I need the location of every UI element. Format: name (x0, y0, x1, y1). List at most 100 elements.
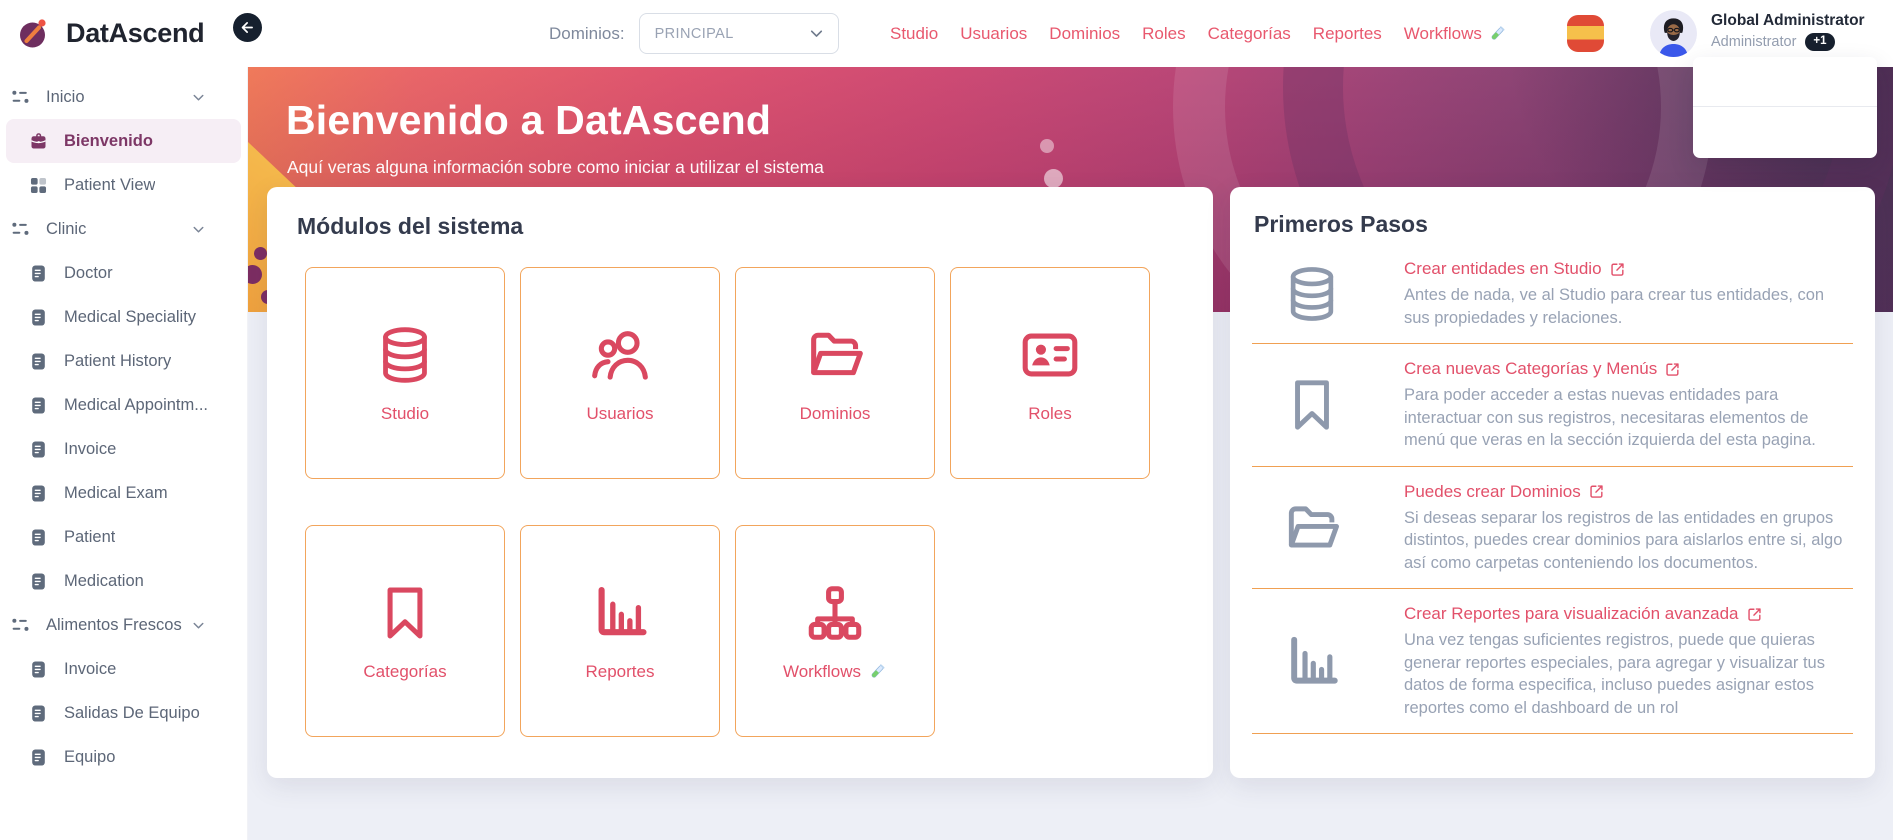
module-tile-label: Categorías (363, 661, 447, 681)
sidebar-item-inicio[interactable]: Inicio (6, 75, 241, 119)
database-icon (373, 323, 437, 387)
user-info[interactable]: Global Administrator Administrator +1 (1711, 11, 1865, 51)
nav-link-reportes[interactable]: Reportes (1313, 24, 1382, 44)
sidebar-item-label: Salidas De Equipo (64, 703, 200, 722)
sidebar-item-label: Medication (64, 571, 144, 590)
external-link-icon (1588, 483, 1605, 500)
sidebar-collapse-button[interactable] (233, 13, 262, 42)
hero-title: Bienvenido a DatAscend (286, 97, 772, 143)
nav-link-label: Usuarios (960, 23, 1028, 43)
sidebar-item-invoice[interactable]: Invoice (6, 647, 241, 691)
module-tile-label: Usuarios (586, 403, 654, 423)
flow-icon (10, 219, 31, 240)
testtube-icon (868, 662, 887, 681)
back-arrow-icon (239, 19, 256, 36)
nav-link-categorias[interactable]: Categorías (1208, 24, 1291, 44)
chevron-down-icon (190, 221, 207, 238)
step-link[interactable]: Crear entidades en Studio (1404, 259, 1626, 279)
sidebar-item-bienvenido[interactable]: Bienvenido (6, 119, 241, 163)
step-link-label: Puedes crear Dominios (1404, 481, 1581, 501)
sidebar-item-label: Inicio (46, 87, 85, 106)
module-tile-reportes[interactable]: Reportes (520, 525, 720, 737)
database-icon (1281, 263, 1343, 325)
menu-item-perfil[interactable] (1693, 67, 1877, 83)
step-item-crear-reportes-para-visualizacion-avanzada: Crear Reportes para visualización avanza… (1252, 589, 1853, 734)
first-steps-card: Primeros Pasos Crear entidades en Studio… (1230, 187, 1875, 778)
sidebar-item-label: Medical Appointm... (64, 395, 208, 414)
menu-item-cerrar-sesion[interactable] (1693, 130, 1877, 146)
testtube-icon (1488, 24, 1507, 43)
sidebar-item-label: Patient View (64, 175, 156, 194)
step-link[interactable]: Crea nuevas Categorías y Menús (1404, 359, 1681, 379)
brand-name: DatAscend (66, 17, 205, 48)
sidebar-item-label: Bienvenido (64, 131, 153, 150)
nav-link-usuarios[interactable]: Usuarios (960, 24, 1027, 44)
app-root: DatAscend Dominios: PRINCIPAL Studio Usu… (0, 0, 1893, 840)
nav-link-studio[interactable]: Studio (890, 24, 938, 44)
sidebar-item-patient-view[interactable]: Patient View (6, 163, 241, 207)
sidebar-item-label: Alimentos Frescos (46, 615, 182, 634)
sidebar-item-medical-speciality[interactable]: Medical Speciality (6, 295, 241, 339)
bookmark-icon (373, 581, 437, 645)
doc-icon (28, 351, 49, 372)
nav-link-label: Dominios (1049, 23, 1121, 43)
module-tile-workflows[interactable]: Workflows (735, 525, 935, 737)
sidebar-item-medication[interactable]: Medication (6, 559, 241, 603)
nav-link-workflows[interactable]: Workflows (1404, 24, 1507, 44)
first-steps-title: Primeros Pasos (1254, 211, 1428, 237)
brand[interactable]: DatAscend (16, 14, 205, 52)
sidebar-item-medical-appointm[interactable]: Medical Appointm... (6, 383, 241, 427)
sidebar-item-salidas-de-equipo[interactable]: Salidas De Equipo (6, 691, 241, 735)
module-tile-studio[interactable]: Studio (305, 267, 505, 479)
sidebar: Inicio Bienvenido Patient View Clinic Do… (0, 67, 248, 840)
menu-item-cambiar-contrasena[interactable] (1693, 114, 1877, 130)
sidebar-item-label: Patient (64, 527, 116, 546)
idcard-icon (1018, 323, 1082, 387)
module-tile-usuarios[interactable]: Usuarios (520, 267, 720, 479)
sidebar-item-label: Medical Speciality (64, 307, 197, 326)
sidebar-item-label: Equipo (64, 747, 116, 766)
sidebar-item-label: Medical Exam (64, 483, 168, 502)
step-link[interactable]: Crear Reportes para visualización avanza… (1404, 604, 1763, 624)
folder-icon (803, 323, 867, 387)
user-dropdown-menu (1693, 57, 1877, 158)
step-link-label: Crea nuevas Categorías y Menús (1404, 359, 1658, 378)
step-item-crear-entidades-en-studio: Crear entidades en Studio Antes de nada,… (1252, 244, 1853, 344)
sidebar-item-patient[interactable]: Patient (6, 515, 241, 559)
step-link[interactable]: Puedes crear Dominios (1404, 482, 1605, 502)
sidebar-item-medical-exam[interactable]: Medical Exam (6, 471, 241, 515)
nav-link-dominios[interactable]: Dominios (1049, 24, 1120, 44)
dominios-select[interactable]: PRINCIPAL (638, 13, 839, 54)
nav-link-label: Studio (890, 23, 939, 43)
sidebar-item-alimentos-frescos[interactable]: Alimentos Frescos (6, 603, 241, 647)
step-description: Si deseas separar los registros de las e… (1404, 508, 1843, 572)
sidebar-item-label: Patient History (64, 351, 172, 370)
doc-icon (28, 747, 49, 768)
avatar-person-icon (1650, 10, 1697, 57)
module-tile-label: Workflows (782, 661, 862, 681)
module-tile-roles[interactable]: Roles (950, 267, 1150, 479)
menu-item-configuraciones[interactable] (1693, 83, 1877, 99)
chart-icon (1281, 631, 1343, 693)
grid-icon (28, 175, 49, 196)
sidebar-item-invoice[interactable]: Invoice (6, 427, 241, 471)
nav-link-roles[interactable]: Roles (1142, 24, 1185, 44)
doc-icon (28, 527, 49, 548)
module-tile-categorias[interactable]: Categorías (305, 525, 505, 737)
module-tile-dominios[interactable]: Dominios (735, 267, 935, 479)
sidebar-item-patient-history[interactable]: Patient History (6, 339, 241, 383)
role-count-badge: +1 (1805, 33, 1835, 51)
bookmark-icon (1281, 374, 1343, 436)
dominios-label: Dominios: (549, 23, 625, 43)
user-avatar[interactable] (1650, 10, 1697, 57)
flow-icon (10, 615, 31, 636)
step-description: Antes de nada, ve al Studio para crear t… (1404, 286, 1825, 327)
modules-title: Módulos del sistema (297, 213, 524, 239)
sidebar-item-clinic[interactable]: Clinic (6, 207, 241, 251)
language-flag-spanish-icon[interactable] (1567, 15, 1604, 52)
sidebar-item-label: Clinic (46, 219, 87, 238)
nav-link-label: Workflows (1403, 23, 1482, 43)
sidebar-item-equipo[interactable]: Equipo (6, 735, 241, 779)
menu-divider (1693, 106, 1877, 107)
sidebar-item-doctor[interactable]: Doctor (6, 251, 241, 295)
